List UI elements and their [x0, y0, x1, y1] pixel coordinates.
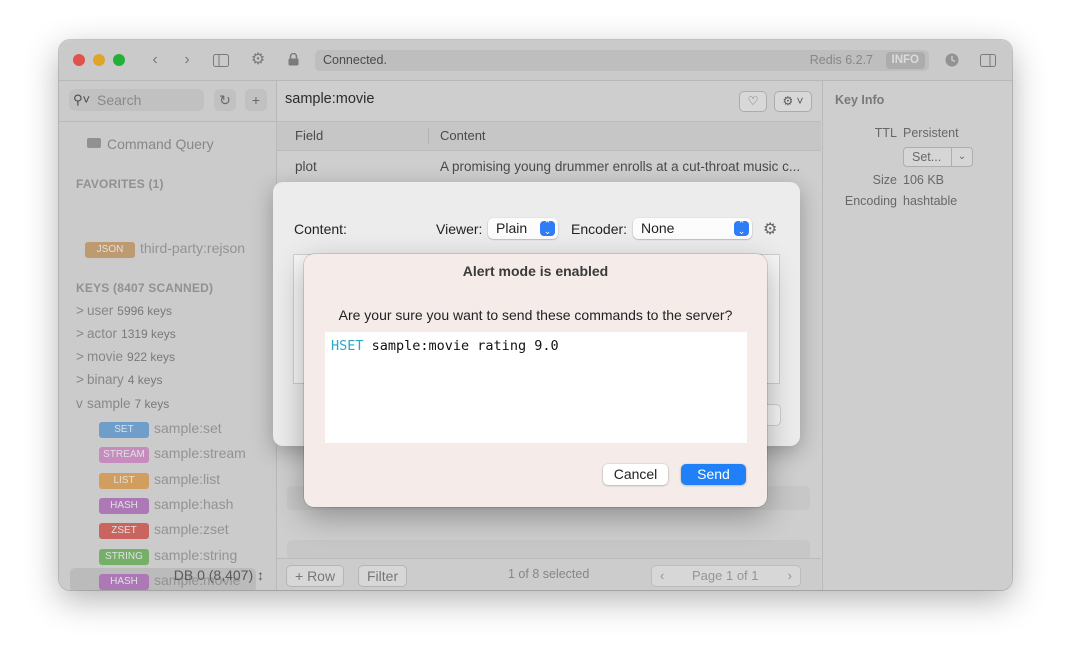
- stepper-arrows-icon: ⌃ ⌄: [734, 220, 749, 236]
- encoder-label: Encoder:: [571, 221, 628, 237]
- command-keyword: HSET: [331, 338, 364, 354]
- cancel-button[interactable]: Cancel: [603, 464, 668, 485]
- send-button[interactable]: Send: [681, 464, 746, 485]
- encoder-settings-gear-icon[interactable]: ⚙: [763, 219, 777, 239]
- viewer-value: Plain: [496, 220, 528, 236]
- content-label: Content:: [294, 221, 347, 237]
- command-preview: HSET sample:movie rating 9.0: [325, 332, 747, 443]
- command-args: sample:movie rating 9.0: [363, 338, 559, 354]
- alert-title: Alert mode is enabled: [462, 263, 609, 279]
- alert-message: Are your sure you want to send these com…: [338, 307, 733, 323]
- stepper-arrows-icon: ⌃ ⌄: [540, 220, 555, 236]
- alert-dialog: Alert mode is enabled Are your sure you …: [304, 254, 767, 507]
- command-line: HSET sample:movie rating 9.0: [331, 338, 559, 354]
- encoder-value: None: [641, 220, 675, 236]
- encoder-select[interactable]: None ⌃ ⌄: [633, 218, 752, 239]
- viewer-label: Viewer:: [436, 221, 483, 237]
- viewer-select[interactable]: Plain ⌃ ⌄: [488, 218, 558, 239]
